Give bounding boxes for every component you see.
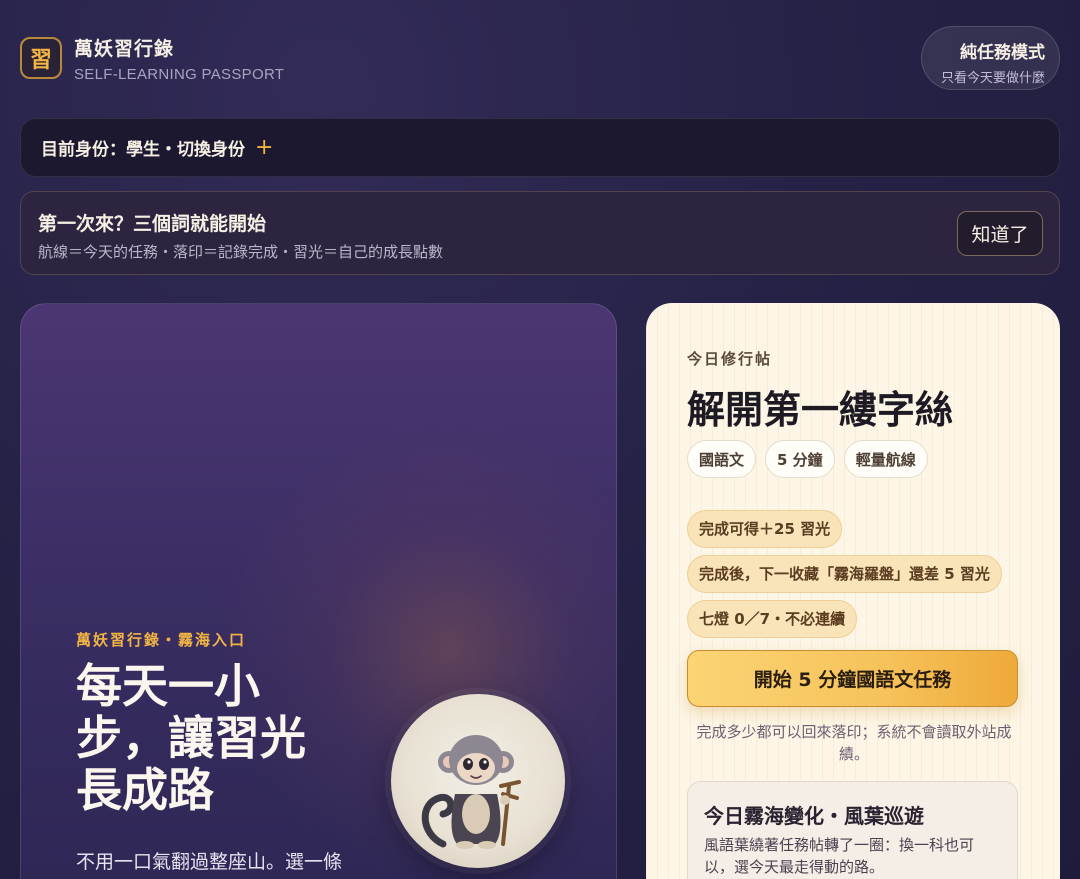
task-title: 解開第一縷字絲 [687,387,954,432]
task-note: 完成多少都可以回來落印；系統不會讀取外站成績。 [696,723,1012,763]
mode-button-subtitle: 只看今天要做什麼 [940,71,1045,86]
hero-kicker: 萬妖習行錄・霧海入口 [76,631,247,649]
lamps-progress-badge: 七燈 0／7・不必連續 [687,600,858,638]
subject-chip: 國語文 [687,440,757,478]
hero-description: 不用一口氣翻過整座山。選一條 [76,851,343,873]
next-collectible-badge: 完成後，下一收藏「霧海羅盤」還差 5 習光 [687,555,1002,593]
app-title: 萬妖習行錄 [74,38,175,60]
daily-event-card: 今日霧海變化・風葉巡遊 風語葉繞著任務帖轉了一圈：換一科也可以，選今天最走得動的… [687,781,1018,879]
task-tags: 國語文 5 分鐘 輕量航線 [687,440,928,478]
event-title: 今日霧海變化・風葉巡遊 [704,804,924,828]
app-header: 習 萬妖習行錄 SELF-LEARNING PASSPORT 純任務模式 只看今… [20,26,1060,90]
plus-icon: + [255,134,274,160]
mode-button-title: 純任務模式 [960,43,1045,63]
task-only-mode-button[interactable]: 純任務模式 只看今天要做什麼 [921,26,1060,90]
monkey-mascot-icon [391,694,565,868]
reward-list: 完成可得＋25 習光 完成後，下一收藏「霧海羅盤」還差 5 習光 七燈 0／7・… [687,510,1002,645]
start-task-button[interactable]: 開始 5 分鐘國語文任務 [687,650,1018,707]
task-kicker: 今日修行帖 [687,350,773,368]
daily-task-card: 今日修行帖 解開第一縷字絲 國語文 5 分鐘 輕量航線 完成可得＋25 習光 完… [646,303,1060,879]
dismiss-button[interactable]: 知道了 [957,211,1043,256]
hero-card: 萬妖習行錄・霧海入口 每天一小步，讓習光長成路 不用一口氣翻過整座山。選一條 [20,303,617,879]
event-text: 風語葉繞著任務帖轉了一圈：換一科也可以，選今天最走得動的路。 [704,836,975,876]
onboarding-text: 航線＝今天的任務・落印＝記錄完成・習光＝自己的成長點數 [38,243,444,261]
reward-points-badge: 完成可得＋25 習光 [687,510,843,548]
onboarding-heading: 第一次來？三個詞就能開始 [38,213,267,235]
identity-label: 目前身份：學生・切換身份 [41,140,245,160]
app-subtitle: SELF-LEARNING PASSPORT [74,66,285,83]
identity-switcher[interactable]: 目前身份：學生・切換身份 + [20,118,1060,177]
route-type-chip: 輕量航線 [843,440,928,478]
app-logo: 習 [20,37,62,79]
duration-chip: 5 分鐘 [765,440,835,478]
onboarding-card: 第一次來？三個詞就能開始 航線＝今天的任務・落印＝記錄完成・習光＝自己的成長點數… [20,191,1060,275]
hero-headline: 每天一小步，讓習光長成路 [76,659,306,817]
